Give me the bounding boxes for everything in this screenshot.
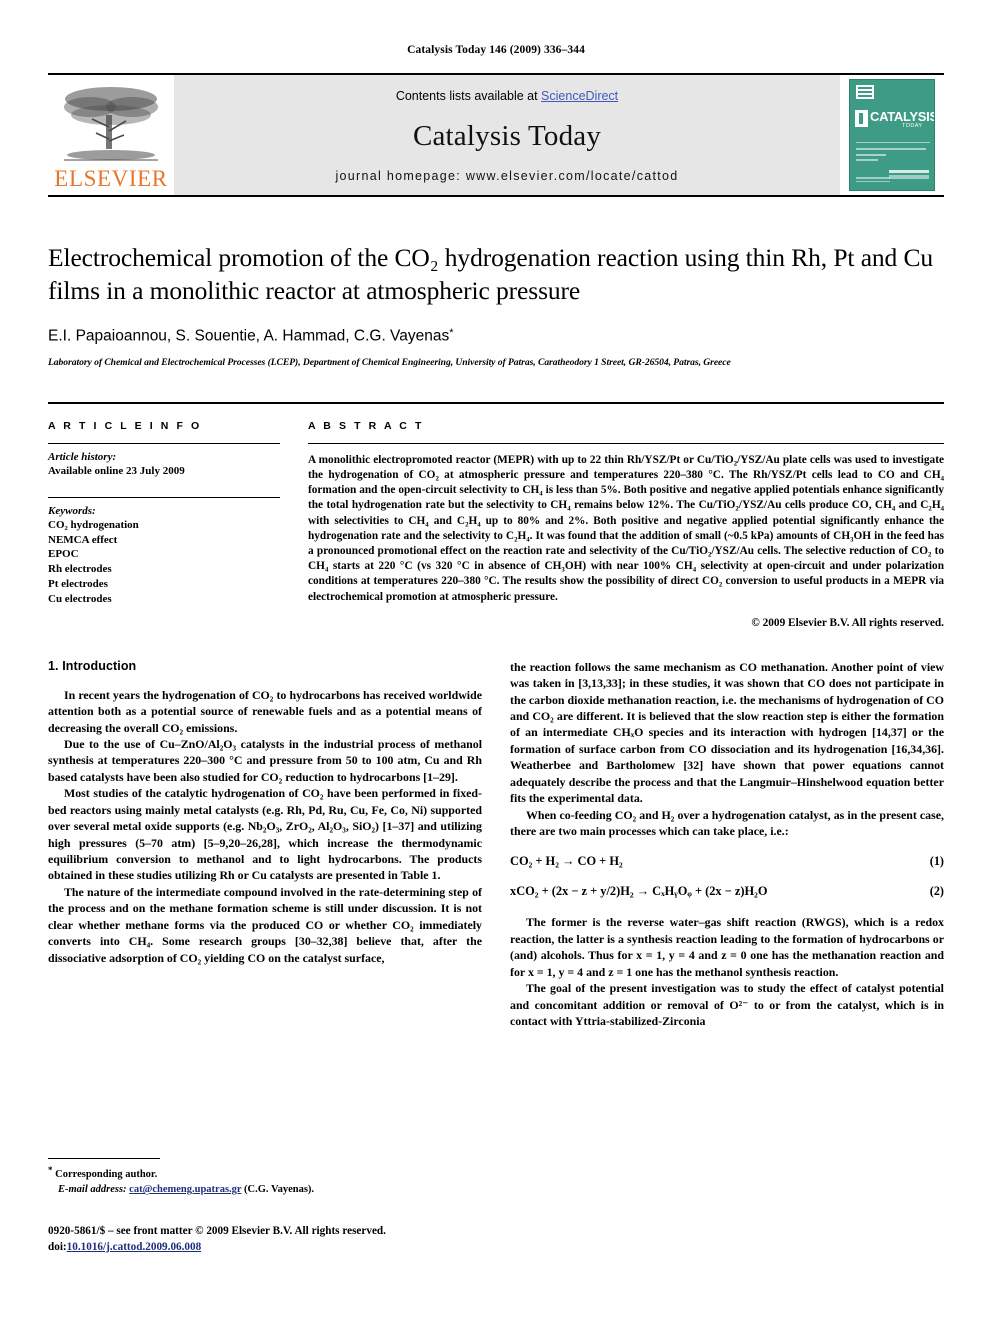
abstract-column: A B S T R A C T A monolithic electroprom… <box>308 420 944 629</box>
asterisk-icon: * <box>48 1165 53 1175</box>
contents-prefix: Contents lists available at <box>395 89 542 103</box>
corresponding-author-text: Corresponding author. <box>55 1169 158 1181</box>
paragraph: In recent years the hydrogenation of CO₂… <box>48 687 482 735</box>
masthead-band: Contents lists available at ScienceDirec… <box>174 75 840 195</box>
body-column-left: 1. Introduction In recent years the hydr… <box>48 659 482 1030</box>
cover-subtitle: TODAY <box>902 123 923 129</box>
paragraph: the reaction follows the same mechanism … <box>510 659 944 806</box>
paragraph: The nature of the intermediate compound … <box>48 884 482 965</box>
doi-link[interactable]: 10.1016/j.cattod.2009.06.008 <box>67 1241 202 1253</box>
journal-title: Catalysis Today <box>412 119 602 152</box>
divider <box>308 442 944 444</box>
corresponding-author-footnote: * Corresponding author. E-mail address: … <box>48 1158 466 1197</box>
email-owner: (C.G. Vayenas). <box>244 1184 315 1196</box>
equation-number: (2) <box>929 884 944 899</box>
page-title: Electrochemical promotion of the CO₂ hyd… <box>48 241 944 307</box>
keyword-item: Cu electrodes <box>48 592 112 605</box>
keyword-item: EPOC <box>48 548 79 561</box>
email-label: E-mail address: <box>58 1184 127 1196</box>
body-column-right: the reaction follows the same mechanism … <box>510 659 944 1030</box>
author-names: E.I. Papaioannou, S. Souentie, A. Hammad… <box>48 327 450 345</box>
elsevier-wordmark: ELSEVIER <box>54 166 168 191</box>
keyword-item: CO₂ hydrogenation <box>48 518 139 531</box>
email-line: E-mail address: cat@chemeng.upatras.gr (… <box>48 1182 466 1197</box>
body-columns: 1. Introduction In recent years the hydr… <box>48 659 944 1030</box>
doi-label: doi: <box>48 1240 67 1253</box>
sciencedirect-link[interactable]: ScienceDirect <box>541 89 618 103</box>
running-head: Catalysis Today 146 (2009) 336–344 <box>407 44 585 56</box>
footnote-rule <box>48 1158 160 1159</box>
keywords-label: Keywords: <box>48 504 96 517</box>
paragraph: Most studies of the catalytic hydrogenat… <box>48 786 482 883</box>
doi-line: doi:10.1016/j.cattod.2009.06.008 <box>48 1240 548 1256</box>
equation-number: (1) <box>929 854 944 869</box>
paragraph: The former is the reverse water–gas shif… <box>510 915 944 979</box>
keyword-item: Pt electrodes <box>48 578 108 591</box>
paper-title-line-1: Electrochemical promotion of the CO₂ hyd… <box>48 243 855 272</box>
divider <box>48 496 280 498</box>
section-heading-introduction: 1. Introduction <box>48 658 137 673</box>
contents-available-line: Contents lists available at ScienceDirec… <box>396 89 618 103</box>
keyword-item: NEMCA effect <box>48 533 118 546</box>
article-page: Catalysis Today 146 (2009) 336–344 ELSEV… <box>0 0 992 1323</box>
paragraph: Due to the use of Cu–ZnO/Al₂O₃ catalysts… <box>48 737 482 784</box>
article-info-column: A R T I C L E I N F O Article history: A… <box>48 420 280 629</box>
keyword-item: Rh electrodes <box>48 563 112 576</box>
abstract-heading: A B S T R A C T <box>308 419 424 432</box>
email-link[interactable]: cat@chemeng.upatras.gr <box>129 1184 241 1195</box>
article-history-label: Article history: <box>48 450 117 463</box>
corresponding-author-line: * Corresponding author. <box>48 1164 466 1182</box>
corresponding-author-marker: * <box>449 327 454 340</box>
abstract-copyright: © 2009 Elsevier B.V. All rights reserved… <box>751 616 944 629</box>
journal-cover-thumbnail: CATALYSIS TODAY <box>840 79 944 191</box>
article-history-value: Available online 23 July 2009 <box>48 464 185 477</box>
cover-sciencedirect-badge <box>889 170 929 184</box>
journal-masthead: ELSEVIER Contents lists available at Sci… <box>48 73 944 197</box>
paragraph: The goal of the present investigation wa… <box>510 981 944 1028</box>
cover-title: CATALYSIS <box>870 109 935 124</box>
article-info-heading: A R T I C L E I N F O <box>48 419 202 432</box>
paragraph: When co-feeding CO₂ and H₂ over a hydrog… <box>510 807 944 838</box>
divider <box>48 442 280 444</box>
author-list: E.I. Papaioannou, S. Souentie, A. Hammad… <box>48 327 944 346</box>
elsevier-tree-icon <box>56 79 166 167</box>
title-block: Electrochemical promotion of the CO₂ hyd… <box>48 241 944 368</box>
abstract-text: A monolithic electropromoted reactor (ME… <box>308 453 944 603</box>
cover-masthead-box <box>856 85 874 101</box>
equation-expression: xCO₂ + (2x − z + y/2)H₂ → CₓHᵧOᵩ + (2x −… <box>510 884 768 899</box>
cover-footer-left <box>856 177 890 184</box>
issn-front-matter: 0920-5861/$ – see front matter © 2009 El… <box>48 1225 386 1237</box>
journal-homepage[interactable]: journal homepage: www.elsevier.com/locat… <box>335 169 678 183</box>
equation-expression: CO₂ + H₂ → CO + H₂ <box>510 854 623 869</box>
cover-logo-icon <box>855 110 868 127</box>
page-footer: 0920-5861/$ – see front matter © 2009 El… <box>48 1224 548 1255</box>
affiliation: Laboratory of Chemical and Electrochemic… <box>48 356 731 368</box>
elsevier-logo: ELSEVIER <box>48 75 174 195</box>
equation-2: xCO₂ + (2x − z + y/2)H₂ → CₓHᵧOᵩ + (2x −… <box>510 884 944 899</box>
equation-1: CO₂ + H₂ → CO + H₂ (1) <box>510 854 944 869</box>
info-abstract-block: A R T I C L E I N F O Article history: A… <box>48 401 944 629</box>
keywords-block: Keywords: CO₂ hydrogenation NEMCA effect… <box>48 496 280 607</box>
